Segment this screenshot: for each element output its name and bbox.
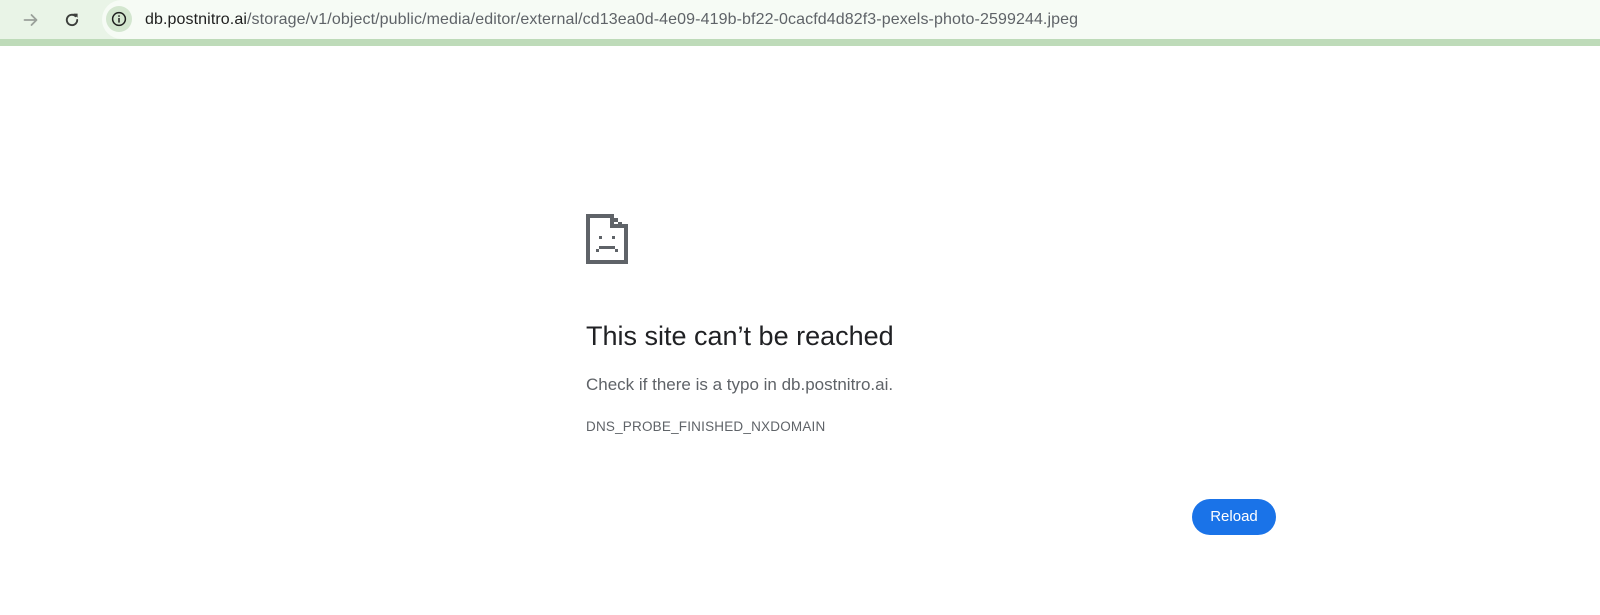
forward-button[interactable] <box>15 4 47 36</box>
info-icon <box>111 11 127 27</box>
site-info-button[interactable] <box>106 6 132 32</box>
reload-icon <box>65 13 79 27</box>
url-path: /storage/v1/object/public/media/editor/e… <box>247 11 1079 28</box>
arrow-forward-icon <box>23 14 38 26</box>
error-title: This site can’t be reached <box>586 321 894 351</box>
error-code: DNS_PROBE_FINISHED_NXDOMAIN <box>586 419 826 434</box>
address-bar[interactable]: db.postnitro.ai/storage/v1/object/public… <box>102 0 1600 39</box>
url-text[interactable]: db.postnitro.ai/storage/v1/object/public… <box>145 10 1078 29</box>
error-suggestion: Check if there is a typo in db.postnitro… <box>586 375 894 394</box>
toolbar-loading-bar <box>0 39 1600 46</box>
sad-page-icon <box>586 214 628 264</box>
url-host: db.postnitro.ai <box>145 11 248 28</box>
reload-button[interactable]: Reload <box>1192 499 1276 535</box>
reload-nav-button[interactable] <box>56 4 88 36</box>
